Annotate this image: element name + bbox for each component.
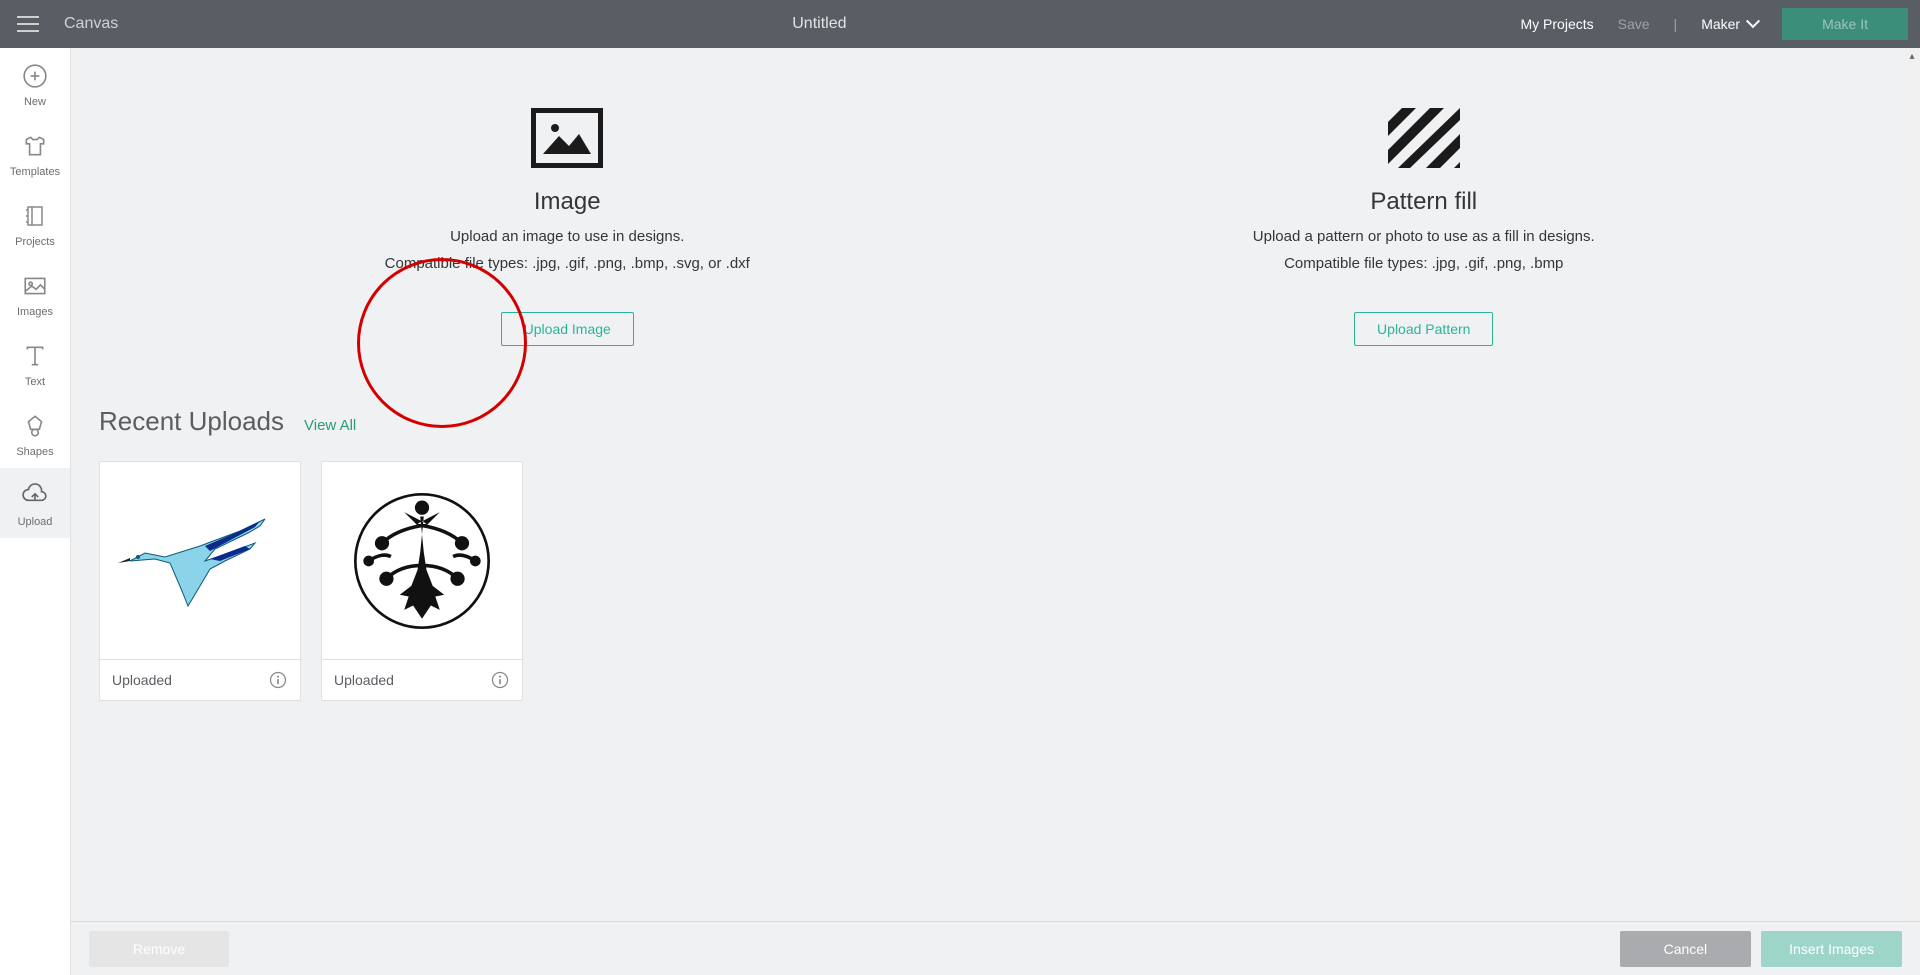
sidebar-item-label: Projects <box>15 236 55 248</box>
info-icon[interactable] <box>268 670 288 690</box>
canvas-label: Canvas <box>64 15 118 33</box>
view-all-link[interactable]: View All <box>304 417 356 434</box>
sidebar-item-shapes[interactable]: Shapes <box>0 398 70 468</box>
card-thumbnail <box>322 462 522 660</box>
upload-image-button[interactable]: Upload Image <box>501 312 634 346</box>
upload-pattern-option: Pattern fill Upload a pattern or photo t… <box>1038 108 1809 346</box>
card-label: Uploaded <box>334 672 394 688</box>
scroll-up-icon[interactable]: ▴ <box>1904 48 1920 64</box>
sidebar-item-label: Shapes <box>16 446 53 458</box>
sidebar-item-templates[interactable]: Templates <box>0 118 70 188</box>
machine-label: Maker <box>1701 16 1740 32</box>
insert-images-button[interactable]: Insert Images <box>1761 931 1902 967</box>
sidebar-item-text[interactable]: Text <box>0 328 70 398</box>
recent-upload-card[interactable]: Uploaded <box>321 461 523 701</box>
main-content: Image Upload an image to use in designs.… <box>71 48 1920 975</box>
chevron-down-icon <box>1746 14 1760 28</box>
notebook-icon <box>21 202 49 230</box>
shapes-icon <box>21 412 49 440</box>
card-thumbnail <box>100 462 300 660</box>
option-title: Pattern fill <box>1370 188 1477 216</box>
menu-button[interactable] <box>12 8 44 40</box>
sidebar-item-new[interactable]: New <box>0 48 70 118</box>
sidebar-item-images[interactable]: Images <box>0 258 70 328</box>
plus-circle-icon <box>21 62 49 90</box>
option-title: Image <box>534 188 601 216</box>
sidebar-item-label: Templates <box>10 166 60 178</box>
option-description: Upload an image to use in designs. <box>450 228 684 245</box>
upload-pattern-button[interactable]: Upload Pattern <box>1354 312 1493 346</box>
machine-selector[interactable]: Maker <box>1701 16 1758 32</box>
sidebar-item-label: Upload <box>18 516 53 528</box>
text-icon <box>21 342 49 370</box>
sidebar-item-label: Images <box>17 306 53 318</box>
upload-image-option: Image Upload an image to use in designs.… <box>182 108 953 346</box>
save-button[interactable]: Save <box>1618 16 1650 32</box>
divider: | <box>1674 16 1678 32</box>
make-it-button[interactable]: Make It <box>1782 8 1908 40</box>
image-icon <box>21 272 49 300</box>
sidebar-item-label: Text <box>25 376 45 388</box>
option-description: Upload a pattern or photo to use as a fi… <box>1253 228 1595 245</box>
image-frame-icon <box>531 108 603 168</box>
pattern-stripes-icon <box>1388 108 1460 168</box>
my-projects-link[interactable]: My Projects <box>1521 16 1594 32</box>
left-sidebar: New Templates Projects Images Text <box>0 48 71 975</box>
cloud-upload-icon <box>21 482 49 510</box>
scrollbar[interactable]: ▴ <box>1904 48 1920 921</box>
tshirt-icon <box>21 132 49 160</box>
cancel-button[interactable]: Cancel <box>1620 931 1752 967</box>
app-header: Canvas Untitled My Projects Save | Maker… <box>0 0 1920 48</box>
card-label: Uploaded <box>112 672 172 688</box>
sidebar-item-upload[interactable]: Upload <box>0 468 70 538</box>
remove-button[interactable]: Remove <box>89 931 229 967</box>
recent-upload-card[interactable]: Uploaded <box>99 461 301 701</box>
info-icon[interactable] <box>490 670 510 690</box>
option-file-types: Compatible file types: .jpg, .gif, .png,… <box>1284 255 1563 272</box>
sidebar-item-projects[interactable]: Projects <box>0 188 70 258</box>
recent-uploads-title: Recent Uploads <box>99 406 284 437</box>
bottom-action-bar: Remove Cancel Insert Images <box>71 921 1920 975</box>
document-title[interactable]: Untitled <box>118 15 1520 33</box>
option-file-types: Compatible file types: .jpg, .gif, .png,… <box>385 255 750 272</box>
sidebar-item-label: New <box>24 96 46 108</box>
